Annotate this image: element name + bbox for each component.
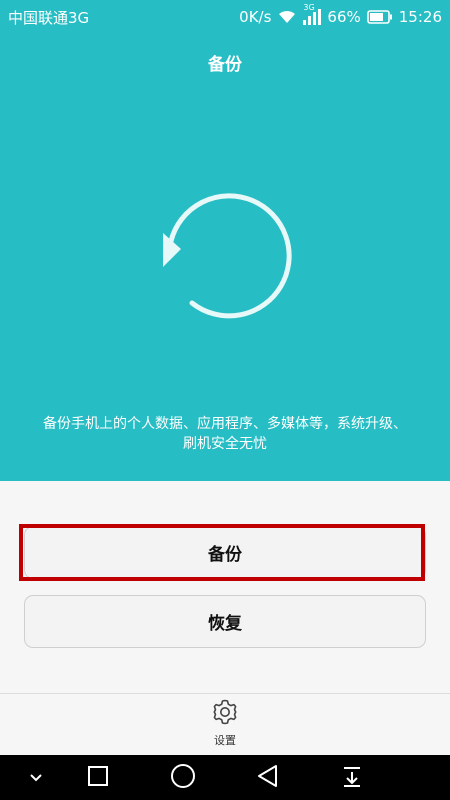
wifi-icon	[277, 9, 297, 25]
clock: 15:26	[398, 8, 442, 26]
hero-panel: 中国联通3G 0K/s 3G 66% 15:26 备份 备份手机上的个人数据、应…	[0, 0, 450, 481]
carrier-label: 中国联通3G	[8, 8, 90, 27]
nav-collapse-button[interactable]	[6, 755, 66, 800]
square-icon	[87, 765, 109, 791]
circle-icon	[170, 763, 196, 793]
status-indicators: 0K/s 3G 66% 15:26	[239, 3, 442, 26]
battery-percent: 66%	[327, 8, 361, 26]
backup-description: 备份手机上的个人数据、应用程序、多媒体等，系统升级、 刷机安全无忧	[30, 414, 420, 454]
page-title: 备份	[208, 55, 242, 75]
triangle-back-icon	[256, 764, 280, 792]
nav-notifications-button[interactable]	[322, 755, 382, 800]
chevron-down-icon	[29, 768, 43, 787]
navigation-bar	[0, 755, 450, 800]
pull-down-icon	[341, 765, 363, 791]
nav-home-button[interactable]	[153, 755, 213, 800]
nav-recents-button[interactable]	[68, 755, 128, 800]
network-speed: 0K/s	[239, 8, 272, 26]
signal-icon: 3G	[303, 3, 322, 25]
restore-button[interactable]: 恢复	[24, 595, 426, 648]
backup-screen: 中国联通3G 0K/s 3G 66% 15:26 备份 备份手机上的个人数据、应…	[0, 0, 450, 800]
status-bar: 中国联通3G 0K/s 3G 66% 15:26	[0, 0, 450, 34]
selection-highlight	[19, 524, 425, 581]
description-line-2: 刷机安全无忧	[183, 436, 267, 452]
settings-label: 设置	[214, 734, 236, 747]
battery-icon	[366, 10, 393, 24]
network-type-label: 3G	[303, 3, 315, 12]
gear-icon	[211, 698, 239, 730]
settings-button[interactable]: 设置	[185, 698, 265, 754]
nav-back-button[interactable]	[238, 755, 298, 800]
sync-icon	[159, 193, 293, 323]
bottom-divider	[0, 693, 450, 694]
description-line-1: 备份手机上的个人数据、应用程序、多媒体等，系统升级、	[43, 416, 407, 432]
